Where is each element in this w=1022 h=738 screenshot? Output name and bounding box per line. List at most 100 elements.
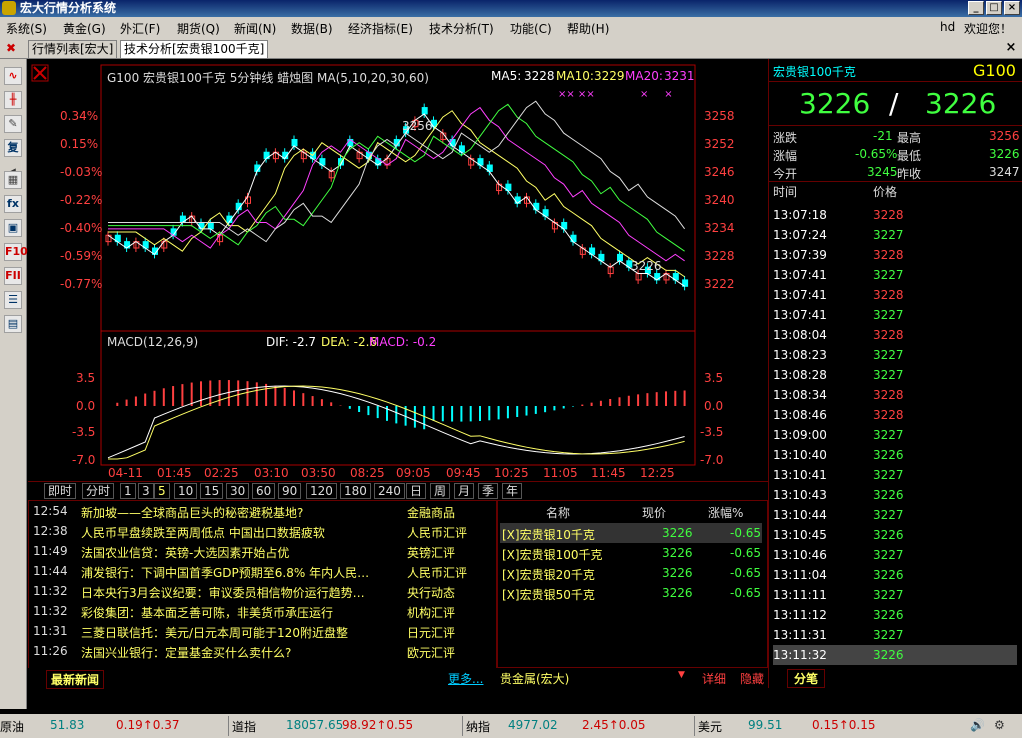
close-tab-icon[interactable]: × [1004, 41, 1018, 55]
ma10-value: 3229 [594, 69, 625, 83]
period-tab[interactable]: 30 [226, 483, 250, 499]
doc-icon[interactable]: ▤ [4, 315, 22, 333]
period-tab[interactable]: 即时 [44, 483, 77, 499]
menu-futures[interactable]: 期货(Q) [177, 20, 220, 37]
x-label: 09:05 [396, 466, 431, 480]
watch-row[interactable]: [X]宏贵银100千克 3226 -0.65 [500, 543, 762, 563]
list-icon[interactable]: ☰ [4, 291, 22, 309]
kline-chart[interactable]: G100 宏贵银100千克 5分钟线 蜡烛图 MA(5,10,20,30,60)… [28, 59, 768, 481]
news-row[interactable]: 11:31 三菱日联信托：美元/日元本周可能于120附近盘整 日元汇评 [33, 624, 497, 644]
period-tab[interactable]: 日 [406, 483, 427, 499]
f11-icon[interactable]: FII [4, 267, 22, 285]
close-page-icon[interactable]: ✖ [6, 41, 16, 55]
menu-tech[interactable]: 技术分析(T) [429, 20, 494, 37]
news-row[interactable]: 11:49 法国农业信贷：英镑-大选因素开始占优 英镑汇评 [33, 544, 497, 564]
app-icon [2, 1, 16, 15]
ma-line [108, 106, 685, 262]
tab-quote-list[interactable]: 行情列表[宏大] [28, 40, 118, 58]
latest-news-tab[interactable]: 最新新闻 [46, 670, 105, 689]
period-tab[interactable]: 年 [502, 483, 523, 499]
status-price: 51.83 [50, 718, 85, 732]
x-label: 02:25 [204, 466, 239, 480]
line-chart-icon[interactable]: ∿ [4, 67, 22, 85]
settings-icon[interactable]: ⚙ [994, 718, 1005, 732]
candle [207, 221, 214, 230]
ma20-value: 3231 [664, 69, 695, 83]
more-link[interactable]: 更多... [448, 670, 483, 687]
macd-axis-label: -3.5 [72, 425, 96, 439]
app-title: 宏大行情分析系统 [20, 1, 117, 15]
f10-icon[interactable]: F10 [4, 243, 28, 261]
period-tab[interactable]: 季 [478, 483, 499, 499]
price-label: 3258 [704, 109, 735, 123]
macd-axis-label: -7.0 [72, 453, 96, 467]
x-label: 08:25 [350, 466, 385, 480]
minimize-button[interactable]: _ [968, 1, 984, 15]
tick-row: 13:07:39 3228 [773, 248, 904, 262]
menu-forex[interactable]: 外汇(F) [120, 20, 160, 37]
menu-function[interactable]: 功能(C) [510, 20, 552, 37]
period-tab[interactable]: 90 [278, 483, 302, 499]
bid-price: 3226 [799, 87, 871, 120]
tick-row: 13:10:45 3226 [773, 528, 904, 542]
close-button[interactable]: × [1004, 1, 1020, 15]
ma5-value: 3228 [524, 69, 555, 83]
menu-help[interactable]: 帮助(H) [567, 20, 609, 37]
tick-row: 13:11:12 3226 [773, 608, 904, 622]
period-tab[interactable]: 240 [374, 483, 405, 499]
period-tab[interactable]: 120 [306, 483, 337, 499]
period-tab[interactable]: 180 [340, 483, 371, 499]
news-row[interactable]: 12:54 新加坡——全球商品巨头的秘密避税基地? 金融商品 [33, 504, 497, 524]
news-row[interactable]: 12:38 人民币早盘续跌至两周低点 中国出口数据疲软 人民币汇评 [33, 524, 497, 544]
menu-system[interactable]: 系统(S) [6, 20, 47, 37]
tab-tech-analysis[interactable]: 技术分析[宏贵银100千克] [120, 40, 269, 58]
dropdown-icon[interactable]: ▼ [678, 670, 685, 680]
tick-tab[interactable]: 分笔 [787, 669, 826, 688]
period-tab[interactable]: 3 [138, 483, 154, 499]
macd-axis-label: 3.5 [76, 371, 96, 385]
news-row[interactable]: 11:44 浦发银行：下调中国首季GDP预期至6.8% 年内人民… 人民币汇评 [33, 564, 497, 584]
news-row[interactable]: 11:32 日本央行3月会议纪要：审议委员相信物价运行趋势… 央行动态 [33, 584, 497, 604]
tick-row: 13:08:04 3228 [773, 328, 904, 342]
maximize-button[interactable]: □ [986, 1, 1002, 15]
quote-panel: 宏贵银100千克 G100 3226 / 3226 涨跌 -21 最高 3256… [768, 59, 1022, 688]
period-tab[interactable]: 60 [252, 483, 276, 499]
candle-icon[interactable]: ╫ [4, 91, 22, 109]
x-label: 12:25 [640, 466, 675, 480]
signal-marks: ×× ×× [558, 89, 595, 100]
window-icon[interactable]: ▣ [4, 219, 22, 237]
menu-gold[interactable]: 黄金(G) [63, 20, 106, 37]
watch-row[interactable]: [X]宏贵银10千克 3226 -0.65 [500, 523, 762, 543]
period-tab[interactable]: 周 [430, 483, 451, 499]
hide-button[interactable]: 隐藏 [740, 670, 764, 687]
price-separator: / [889, 87, 899, 120]
restore-icon[interactable]: 复 [4, 139, 22, 157]
tick-row: 13:10:43 3226 [773, 488, 904, 502]
macd-axis-label: 3.5 [704, 371, 724, 385]
sound-icon[interactable]: 🔊 [970, 718, 985, 732]
news-row[interactable]: 11:32 彩俊集团：基本面乏善可陈，非美货币承压运行 机构汇评 [33, 604, 497, 624]
watch-row[interactable]: [X]宏贵银20千克 3226 -0.65 [500, 563, 762, 583]
period-tab[interactable]: 5 [154, 483, 170, 499]
period-tab[interactable]: 分时 [82, 483, 115, 499]
x-label: 03:10 [254, 466, 289, 480]
period-tab[interactable]: 1 [120, 483, 136, 499]
formula-icon[interactable]: fx [4, 195, 22, 213]
menu-econ[interactable]: 经济指标(E) [348, 20, 413, 37]
period-tab[interactable]: 月 [454, 483, 475, 499]
menu-data[interactable]: 数据(B) [291, 20, 333, 37]
period-tab[interactable]: 15 [200, 483, 224, 499]
tick-row: 13:08:28 3227 [773, 368, 904, 382]
period-tab[interactable]: 10 [174, 483, 198, 499]
grid-icon[interactable]: ▦ [4, 171, 22, 189]
detail-button[interactable]: 详细 [702, 670, 726, 687]
watch-row[interactable]: [X]宏贵银50千克 3226 -0.65 [500, 583, 762, 603]
pct-label: -0.03% [60, 165, 103, 179]
x-label: 11:05 [543, 466, 578, 480]
pct-label: 涨幅 [773, 149, 798, 163]
draw-icon[interactable]: ✎ [4, 115, 22, 133]
tick-row: 13:10:41 3227 [773, 468, 904, 482]
news-row[interactable]: 11:26 法国兴业银行：定量基金买什么卖什么? 欧元汇评 [33, 644, 497, 664]
watch-group[interactable]: 贵金属(宏大) [500, 670, 569, 687]
menu-news[interactable]: 新闻(N) [234, 20, 276, 37]
